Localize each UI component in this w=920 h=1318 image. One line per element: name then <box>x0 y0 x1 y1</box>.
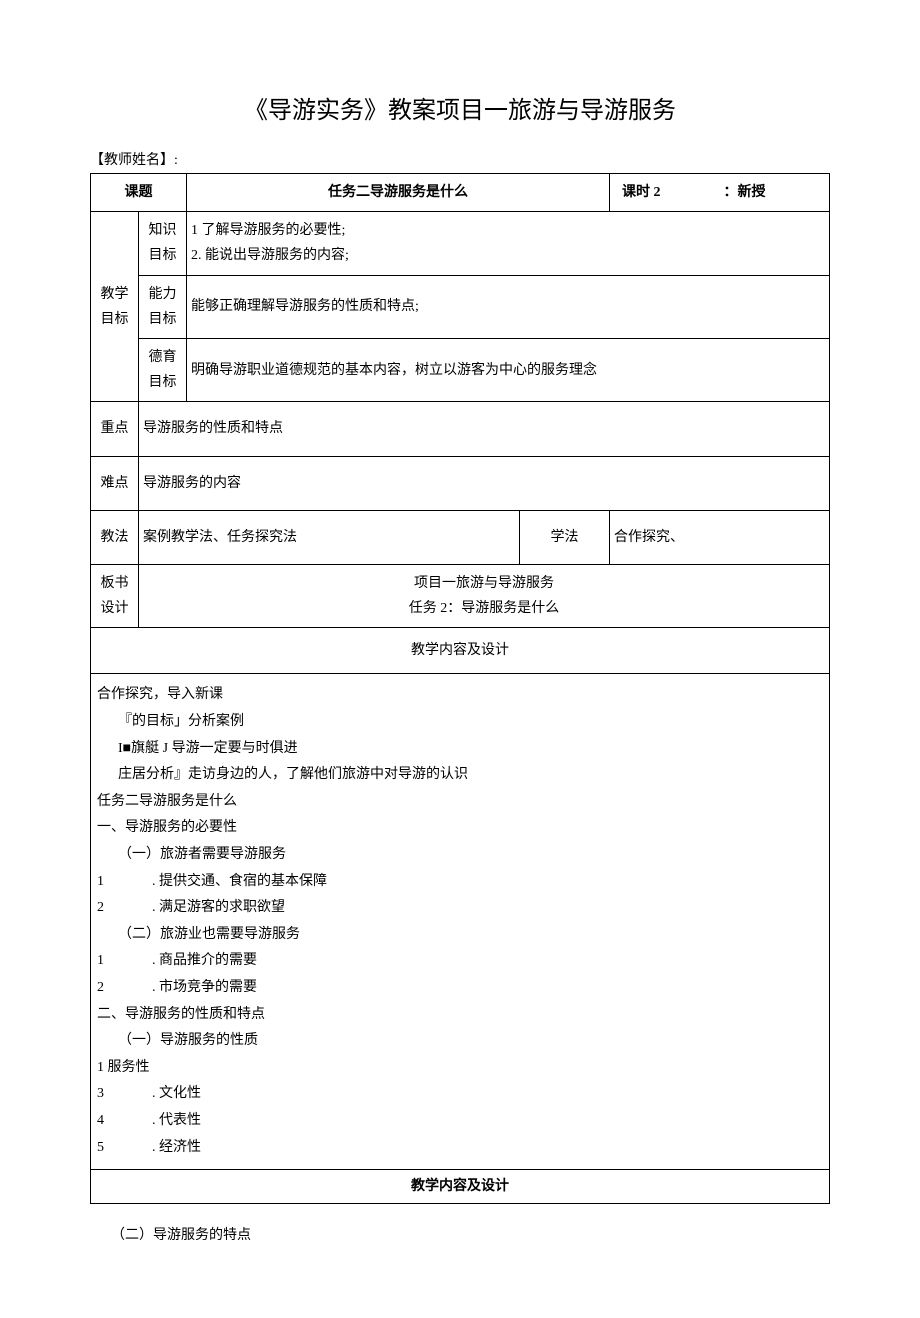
table-row: 教学 目标 知识 目标 1 了解导游服务的必要性; 2. 能说出导游服务的内容; <box>91 212 830 275</box>
method-label: 教法 <box>91 510 139 564</box>
content-line: I■旗艇 J 导游一定要与时俱进 <box>97 736 823 763</box>
footer-line: （二）导游服务的特点 <box>90 1224 830 1244</box>
txt: . 满足游客的求职欲望 <box>152 900 285 915</box>
lesson-plan-table: 课题 任务二导游服务是什么 课时 2 ：新授 教学 目标 知识 目标 1 了解导… <box>90 173 830 1204</box>
board-text: 项目一旅游与导游服务 任务 2：导游服务是什么 <box>139 564 830 627</box>
goals-label: 教学 目标 <box>91 212 139 402</box>
hours-label: 课时 2 <box>610 174 720 212</box>
knowledge-line2: 2. 能说出导游服务的内容; <box>191 248 349 263</box>
knowledge-line1: 1 了解导游服务的必要性; <box>191 223 345 238</box>
content-line: 1 . 商品推介的需要 <box>97 948 823 975</box>
txt: . 文化性 <box>152 1086 201 1101</box>
page-title: 《导游实务》教案项目一旅游与导游服务 <box>90 90 830 125</box>
num: 4 <box>97 1113 104 1128</box>
moral-text: 明确导游职业道德规范的基本内容，树立以游客为中心的服务理念 <box>187 338 830 401</box>
difficulty-label: 难点 <box>91 456 139 510</box>
num: 2 <box>97 900 104 915</box>
content-line: （一）导游服务的性质 <box>97 1028 823 1055</box>
content-line: 1 . 提供交通、食宿的基本保障 <box>97 869 823 896</box>
content-line: 1 服务性 <box>97 1055 823 1082</box>
content-line: 庄居分析』走访身边的人，了解他们旅游中对导游的认识 <box>97 762 823 789</box>
num: 1 <box>97 953 104 968</box>
knowledge-text: 1 了解导游服务的必要性; 2. 能说出导游服务的内容; <box>187 212 830 275</box>
content-line: 3 . 文化性 <box>97 1081 823 1108</box>
content-header2: 教学内容及设计 <box>91 1170 830 1204</box>
table-row: 教学内容及设计 <box>91 1170 830 1204</box>
board-line2: 任务 2：导游服务是什么 <box>409 601 560 616</box>
moral-label: 德育 目标 <box>139 338 187 401</box>
table-row: 合作探究，导入新课 『的目标」分析案例 I■旗艇 J 导游一定要与时俱进 庄居分… <box>91 674 830 1170</box>
num: 3 <box>97 1086 104 1101</box>
content-line: 一、导游服务的必要性 <box>97 815 823 842</box>
type-label: ：新授 <box>720 174 830 212</box>
knowledge-label: 知识 目标 <box>139 212 187 275</box>
content-line: 『的目标」分析案例 <box>97 709 823 736</box>
learn-method: 合作探究、 <box>610 510 830 564</box>
table-row: 教法 案例教学法、任务探究法 学法 合作探究、 <box>91 510 830 564</box>
num: 1 <box>97 874 104 889</box>
key-label: 重点 <box>91 402 139 456</box>
content-line: （一）旅游者需要导游服务 <box>97 842 823 869</box>
topic-label: 课题 <box>91 174 187 212</box>
content-body: 合作探究，导入新课 『的目标」分析案例 I■旗艇 J 导游一定要与时俱进 庄居分… <box>91 674 830 1170</box>
topic-value: 任务二导游服务是什么 <box>187 174 610 212</box>
board-label: 板书 设计 <box>91 564 139 627</box>
learn-label: 学法 <box>520 510 610 564</box>
table-row: 板书 设计 项目一旅游与导游服务 任务 2：导游服务是什么 <box>91 564 830 627</box>
board-line1: 项目一旅游与导游服务 <box>414 576 554 591</box>
content-line: 2 . 市场竞争的需要 <box>97 975 823 1002</box>
txt: . 商品推介的需要 <box>152 953 257 968</box>
ability-label: 能力 目标 <box>139 275 187 338</box>
content-header: 教学内容及设计 <box>91 628 830 674</box>
txt: . 市场竞争的需要 <box>152 980 257 995</box>
table-row: 德育 目标 明确导游职业道德规范的基本内容，树立以游客为中心的服务理念 <box>91 338 830 401</box>
teach-method: 案例教学法、任务探究法 <box>139 510 520 564</box>
content-line: 任务二导游服务是什么 <box>97 789 823 816</box>
table-row: 重点 导游服务的性质和特点 <box>91 402 830 456</box>
content-line: 二、导游服务的性质和特点 <box>97 1002 823 1029</box>
content-line: 2 . 满足游客的求职欲望 <box>97 895 823 922</box>
txt: . 提供交通、食宿的基本保障 <box>152 874 327 889</box>
content-line: （二）旅游业也需要导游服务 <box>97 922 823 949</box>
content-line: 4 . 代表性 <box>97 1108 823 1135</box>
ability-text: 能够正确理解导游服务的性质和特点; <box>187 275 830 338</box>
difficulty-text: 导游服务的内容 <box>139 456 830 510</box>
txt: . 代表性 <box>152 1113 201 1128</box>
key-text: 导游服务的性质和特点 <box>139 402 830 456</box>
content-line: 5 . 经济性 <box>97 1135 823 1162</box>
table-row: 教学内容及设计 <box>91 628 830 674</box>
table-row: 难点 导游服务的内容 <box>91 456 830 510</box>
content-line: 合作探究，导入新课 <box>97 682 823 709</box>
table-row: 能力 目标 能够正确理解导游服务的性质和特点; <box>91 275 830 338</box>
txt: . 经济性 <box>152 1140 201 1155</box>
num: 2 <box>97 980 104 995</box>
teacher-name-label: 【教师姓名】: <box>90 149 830 169</box>
table-row: 课题 任务二导游服务是什么 课时 2 ：新授 <box>91 174 830 212</box>
num: 5 <box>97 1140 104 1155</box>
